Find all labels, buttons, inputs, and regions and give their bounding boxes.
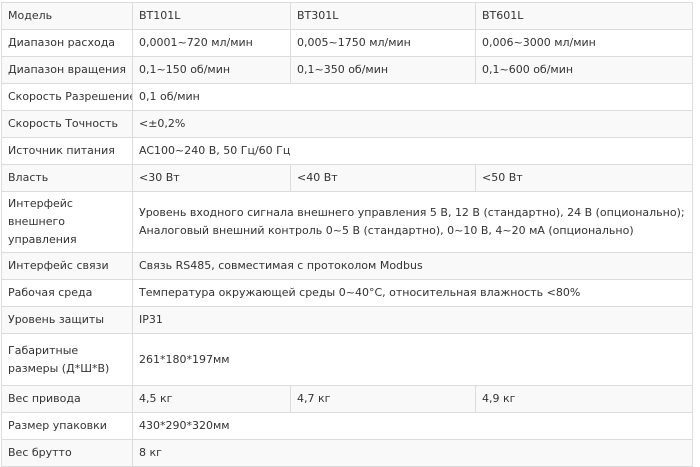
gross-weight-value: 8 кг — [132, 439, 693, 467]
table-row: Скорость Точность <±0,2% — [1, 110, 693, 138]
row-label-speed-resolution: Скорость Разрешение — [1, 83, 133, 111]
row-label-package-size: Размер упаковки — [1, 412, 133, 440]
power-bt601l: <50 Вт — [475, 164, 693, 192]
row-label-drive-weight: Вес привода — [1, 385, 133, 413]
external-control-interface-value: Уровень входного сигнала внешнего управл… — [132, 191, 693, 253]
dimensions-value: 261*180*197мм — [132, 333, 693, 386]
drive-weight-bt301l: 4,7 кг — [290, 385, 476, 413]
table-row: Рабочая среда Температура окружающей сре… — [1, 279, 693, 307]
speed-range-bt601l: 0,1~600 об/мин — [475, 56, 693, 84]
table-row: Вес брутто 8 кг — [1, 439, 693, 467]
table-row: Интерфейс связи Связь RS485, совместимая… — [1, 252, 693, 280]
table-row: Габаритные размеры (Д*Ш*В) 261*180*197мм — [1, 333, 693, 386]
operating-environment-value: Температура окружающей среды 0~40°С, отн… — [132, 279, 693, 307]
speed-accuracy-value: <±0,2% — [132, 110, 693, 138]
speed-resolution-value: 0,1 об/мин — [132, 83, 693, 111]
row-label-operating-environment: Рабочая среда — [1, 279, 133, 307]
row-label-dimensions: Габаритные размеры (Д*Ш*В) — [1, 333, 133, 386]
model-bt601l: BT601L — [475, 2, 693, 30]
model-bt101l: BT101L — [132, 2, 291, 30]
row-label-model: Модель — [1, 2, 133, 30]
table-row: Интерфейс внешнего управления Уровень вх… — [1, 191, 693, 253]
row-label-speed-range: Диапазон вращения — [1, 56, 133, 84]
external-control-line-2: Аналоговый внешний контроль 0~5 В (станд… — [139, 224, 634, 237]
model-bt301l: BT301L — [290, 2, 476, 30]
row-label-speed-accuracy: Скорость Точность — [1, 110, 133, 138]
row-label-communication-interface: Интерфейс связи — [1, 252, 133, 280]
protection-level-value: IP31 — [132, 306, 693, 334]
row-label-protection-level: Уровень защиты — [1, 306, 133, 334]
drive-weight-bt601l: 4,9 кг — [475, 385, 693, 413]
power-bt101l: <30 Вт — [132, 164, 291, 192]
communication-interface-value: Связь RS485, совместимая с протоколом Mo… — [132, 252, 693, 280]
flow-range-bt101l: 0,0001~720 мл/мин — [132, 29, 291, 57]
power-supply-value: AC100~240 В, 50 Гц/60 Гц — [132, 137, 693, 165]
speed-range-bt101l: 0,1~150 об/мин — [132, 56, 291, 84]
table-row: Уровень защиты IP31 — [1, 306, 693, 334]
specifications-table: Модель BT101L BT301L BT601L Диапазон рас… — [1, 2, 693, 467]
row-label-power-supply: Источник питания — [1, 137, 133, 165]
power-bt301l: <40 Вт — [290, 164, 476, 192]
row-label-external-control-interface: Интерфейс внешнего управления — [1, 191, 133, 253]
speed-range-bt301l: 0,1~350 об/мин — [290, 56, 476, 84]
table-row: Модель BT101L BT301L BT601L — [1, 2, 693, 30]
package-size-value: 430*290*320мм — [132, 412, 693, 440]
table-row: Власть <30 Вт <40 Вт <50 Вт — [1, 164, 693, 192]
row-label-flow-range: Диапазон расхода — [1, 29, 133, 57]
flow-range-bt601l: 0,006~3000 мл/мин — [475, 29, 693, 57]
table-row: Диапазон расхода 0,0001~720 мл/мин 0,005… — [1, 29, 693, 57]
table-row: Источник питания AC100~240 В, 50 Гц/60 Г… — [1, 137, 693, 165]
row-label-power: Власть — [1, 164, 133, 192]
flow-range-bt301l: 0,005~1750 мл/мин — [290, 29, 476, 57]
row-label-gross-weight: Вес брутто — [1, 439, 133, 467]
table-row: Вес привода 4,5 кг 4,7 кг 4,9 кг — [1, 385, 693, 413]
table-row: Скорость Разрешение 0,1 об/мин — [1, 83, 693, 111]
table-row: Размер упаковки 430*290*320мм — [1, 412, 693, 440]
table-row: Диапазон вращения 0,1~150 об/мин 0,1~350… — [1, 56, 693, 84]
drive-weight-bt101l: 4,5 кг — [132, 385, 291, 413]
external-control-line-1: Уровень входного сигнала внешнего управл… — [139, 206, 685, 219]
